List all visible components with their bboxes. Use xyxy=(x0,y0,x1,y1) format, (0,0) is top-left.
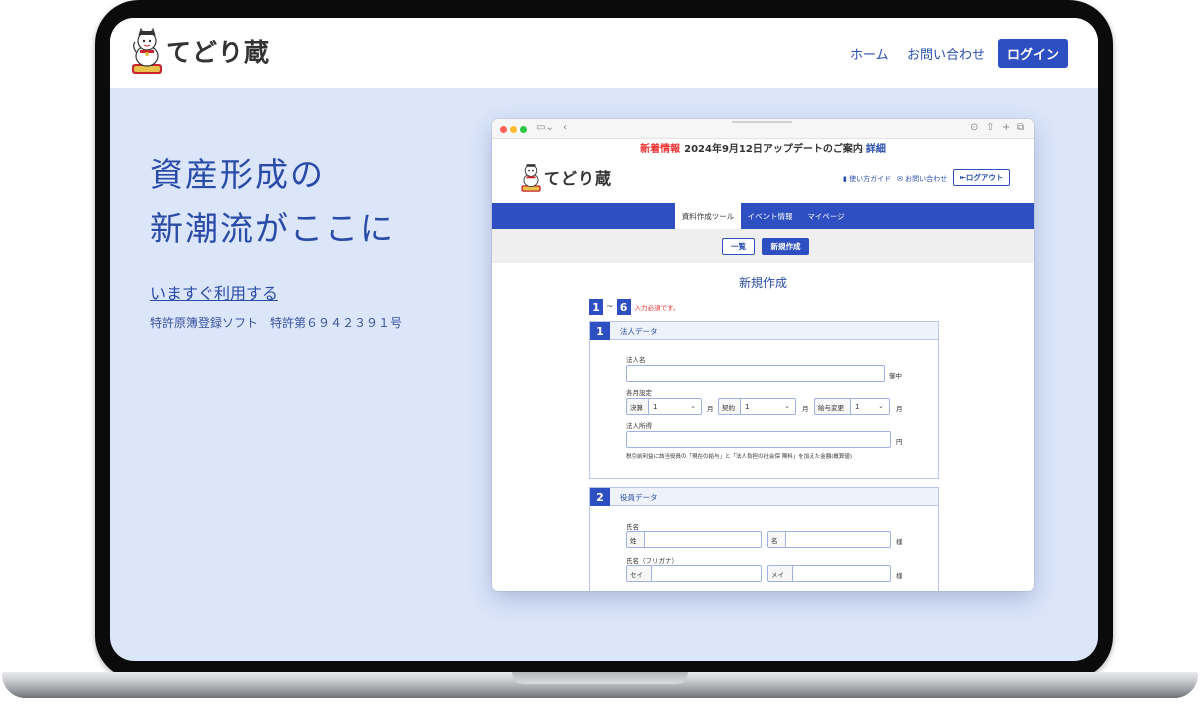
site-logo[interactable]: てどり蔵 xyxy=(130,26,270,76)
section-header: 2 役員データ xyxy=(590,488,938,506)
step-range: 1 ~ 6 入力必須です。 xyxy=(589,299,679,315)
inner-logo[interactable]: てどり蔵 xyxy=(520,161,612,193)
section-title: 法人データ xyxy=(620,327,658,336)
patent-text: 特許原簿登録ソフト 特許第６９４２３９１号 xyxy=(150,316,403,330)
honorific: 様 xyxy=(896,538,903,546)
sei-input[interactable] xyxy=(651,565,762,582)
guide-link-label: 使い方ガイド xyxy=(849,175,892,183)
minimize-dot-icon xyxy=(510,126,517,133)
month-unit: 月 xyxy=(707,405,714,413)
tab-document-tool[interactable]: 資料作成ツール xyxy=(675,203,741,229)
section-number: 2 xyxy=(590,488,610,506)
section-officer-data: 2 役員データ 氏名 姓 名 様 氏名（フリガナ） セイ メイ 様 xyxy=(589,487,939,591)
news-label: 新着情報 xyxy=(640,144,681,155)
step-separator: ~ xyxy=(606,302,614,312)
last-name-addon: 姓 xyxy=(626,531,644,548)
month-unit: 月 xyxy=(802,405,809,413)
hero-heading: 資産形成の 新潮流がここに xyxy=(150,148,470,256)
salary-change-addon: 給与変更 xyxy=(814,398,850,415)
nav-home-link[interactable]: ホーム xyxy=(850,44,889,63)
settlement-addon: 決算 xyxy=(626,398,648,415)
settlement-month-select[interactable]: 1 ⌄ xyxy=(648,398,702,415)
mei-addon: メイ xyxy=(767,565,792,582)
income-unit: 円 xyxy=(896,438,903,446)
guide-link[interactable]: ▮ 使い方ガイド xyxy=(843,174,891,184)
first-name-addon: 名 xyxy=(767,531,785,548)
back-icon: ‹ xyxy=(563,122,567,133)
income-note: 税引前利益に該当役員の「現在の給与」と「法人負担の社会保 険料」を加えた金額(概… xyxy=(626,454,853,460)
step-badge-last: 6 xyxy=(616,299,631,315)
chevron-down-icon: ⌄ xyxy=(784,402,790,410)
company-name-suffix: 御中 xyxy=(889,372,902,380)
browser-toolbar: ▭⌄ ‹ ⊙ ⇧ + ⧉ xyxy=(492,119,1034,139)
month-unit: 月 xyxy=(896,405,903,413)
tab-event-info[interactable]: イベント情報 xyxy=(742,203,798,229)
first-name-input[interactable] xyxy=(785,531,891,548)
book-icon: ▮ xyxy=(843,175,847,183)
news-bar: 新着情報 2024年9月12日アップデートのご案内 詳細 xyxy=(492,140,1034,157)
inner-nav: 資料作成ツール イベント情報 マイページ xyxy=(492,203,1034,229)
contract-month-select[interactable]: 1 ⌄ xyxy=(740,398,796,415)
tabs-overview-icon: ⧉ xyxy=(1017,122,1025,133)
start-now-link[interactable]: いますぐ利用する xyxy=(150,280,278,304)
chevron-down-icon: ⌄ xyxy=(878,402,884,410)
contract-month-value: 1 xyxy=(745,402,750,411)
tab-mypage[interactable]: マイページ xyxy=(800,203,852,229)
salary-change-month-select[interactable]: 1 ⌄ xyxy=(850,398,890,415)
inner-contact-link[interactable]: ✉ お問い合わせ xyxy=(897,174,947,184)
sei-addon: セイ xyxy=(626,565,651,582)
company-name-input[interactable] xyxy=(626,365,885,382)
kana-honorific: 様 xyxy=(896,572,903,580)
nav-contact-link[interactable]: お問い合わせ xyxy=(907,44,985,63)
contract-addon: 契約 xyxy=(718,398,740,415)
salary-change-month-value: 1 xyxy=(855,402,860,411)
last-name-input[interactable] xyxy=(644,531,762,548)
logout-button[interactable]: ⇤ ログアウト xyxy=(953,169,1010,186)
page-title: 新規作成 xyxy=(738,276,787,290)
maneki-neko-icon xyxy=(130,26,164,76)
company-name-label: 法人名 xyxy=(626,356,646,364)
month-settings-label: 各月設定 xyxy=(626,389,652,397)
required-note: 入力必須です。 xyxy=(634,304,680,312)
section-header: 1 法人データ xyxy=(590,322,938,340)
laptop-notch xyxy=(512,672,688,684)
inner-logo-text: てどり蔵 xyxy=(544,169,613,188)
corporate-income-input[interactable] xyxy=(626,431,891,448)
sidebar-toggle-icon: ▭⌄ xyxy=(536,122,554,133)
site-header: てどり蔵 ホーム お問い合わせ ログイン xyxy=(110,18,1098,88)
new-create-button[interactable]: 新規作成 xyxy=(762,238,809,255)
list-button[interactable]: 一覧 xyxy=(722,238,755,255)
browser-mockup: ▭⌄ ‹ ⊙ ⇧ + ⧉ 新着情報 2024年9月12日アップデートのご案内 詳細 xyxy=(492,119,1034,591)
logout-label: ログアウト xyxy=(965,173,1004,182)
close-dot-icon xyxy=(500,126,507,133)
drag-handle xyxy=(732,121,792,123)
news-detail-link[interactable]: 詳細 xyxy=(866,144,886,155)
share-icon: ⇧ xyxy=(986,122,995,133)
mail-icon: ✉ xyxy=(897,175,903,183)
login-button[interactable]: ログイン xyxy=(998,39,1068,68)
corporate-income-label: 法人所得 xyxy=(626,422,652,430)
chevron-down-icon: ⌄ xyxy=(690,402,696,410)
name-label: 氏名 xyxy=(626,523,639,531)
new-tab-icon: + xyxy=(1002,122,1011,133)
settlement-month-value: 1 xyxy=(653,402,658,411)
step-badge-first: 1 xyxy=(589,299,603,315)
mei-input[interactable] xyxy=(792,565,891,582)
laptop-screen: てどり蔵 ホーム お問い合わせ ログイン 資産形成の 新潮流がここに いますぐ利… xyxy=(110,18,1098,661)
sub-action-bar: 一覧 新規作成 xyxy=(492,229,1034,263)
inner-maneki-neko-icon xyxy=(520,161,542,193)
inner-contact-label: お問い合わせ xyxy=(905,175,948,183)
maximize-dot-icon xyxy=(520,126,527,133)
hero-heading-line2: 新潮流がここに xyxy=(150,209,395,248)
hero-heading-line1: 資産形成の xyxy=(150,155,325,194)
logo-text: てどり蔵 xyxy=(166,38,271,67)
news-title: 2024年9月12日アップデートのご案内 xyxy=(684,144,863,155)
section-number: 1 xyxy=(590,322,610,340)
inner-header: てどり蔵 ▮ 使い方ガイド ✉ お問い合わせ ⇤ ログアウト xyxy=(492,157,1034,203)
download-icon: ⊙ xyxy=(970,122,979,133)
kana-name-label: 氏名（フリガナ） xyxy=(626,557,678,565)
section-title: 役員データ xyxy=(620,493,658,502)
section-company-data: 1 法人データ 法人名 御中 各月設定 決算 1 ⌄ 月 契約 1 ⌄ 月 給与変更… xyxy=(589,321,939,479)
